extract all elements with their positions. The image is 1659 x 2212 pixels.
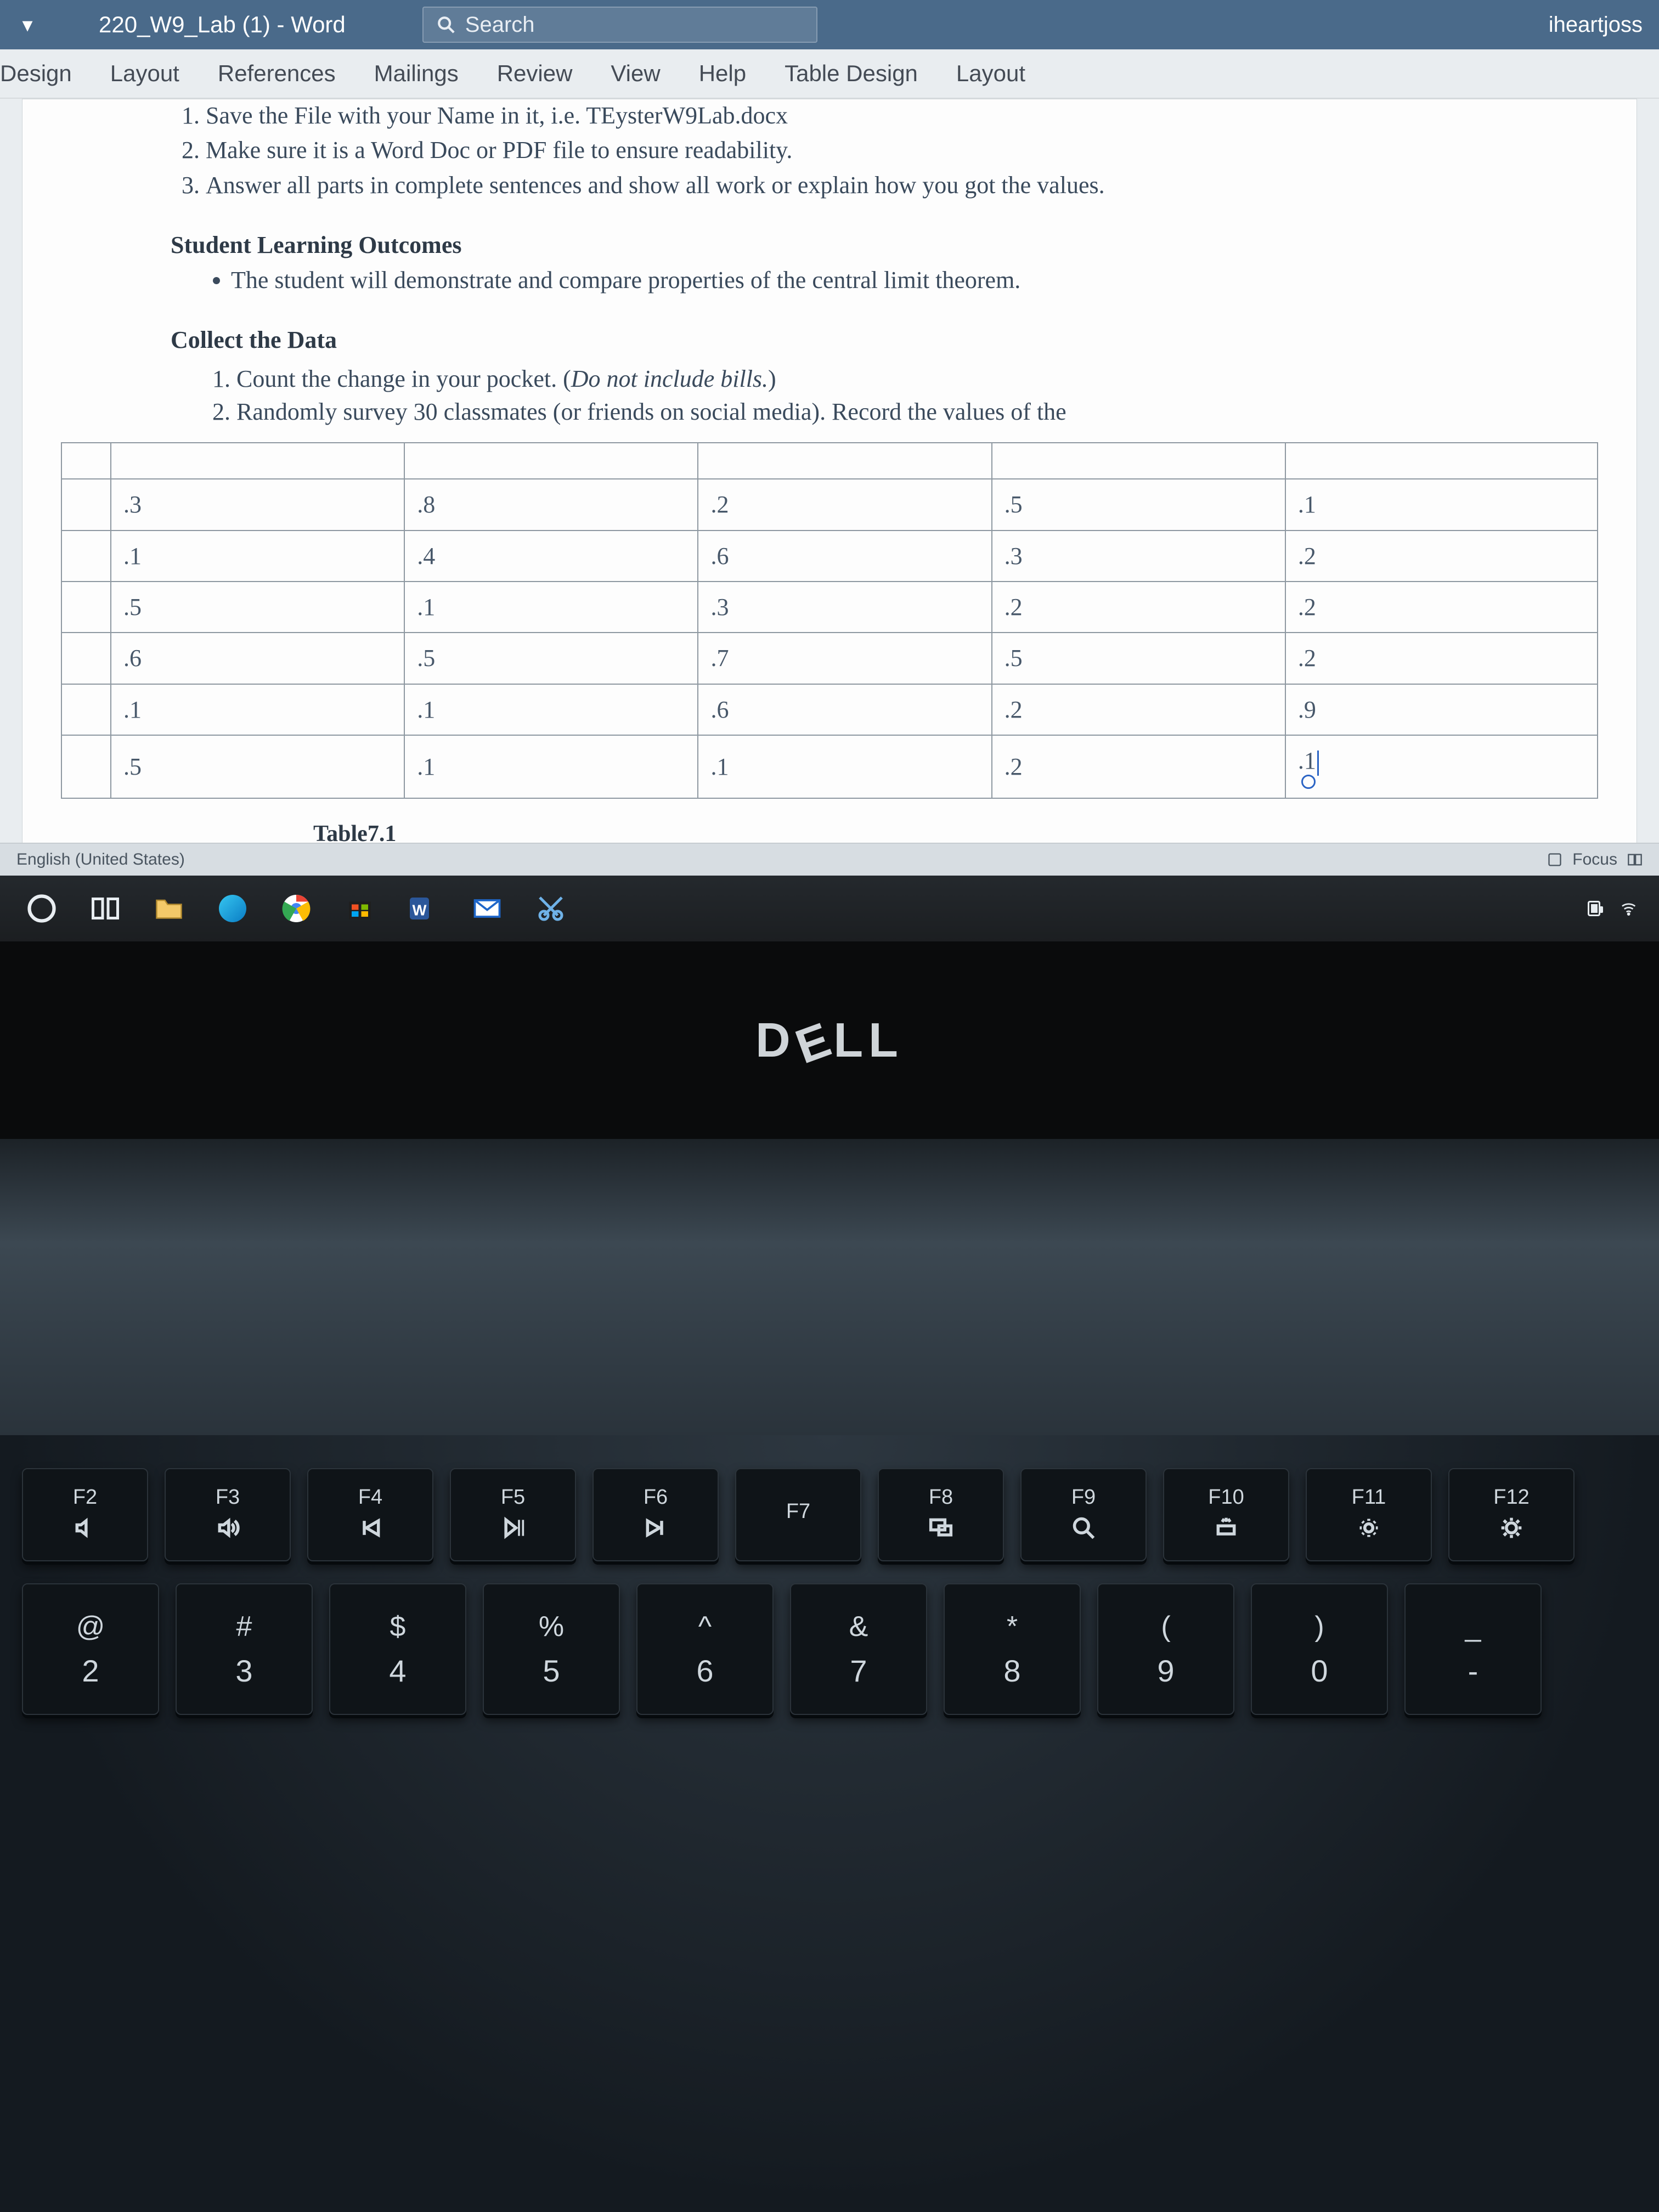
function-row: F2F3F4F5F6F7F8F9F10F11F12 (22, 1468, 1637, 1561)
cortana-icon[interactable] (22, 889, 61, 928)
document-canvas[interactable]: Save the File with your Name in it, i.e.… (0, 99, 1659, 843)
ribbon-tabs: Design Layout References Mailings Review… (0, 49, 1659, 99)
active-cell[interactable]: .1 (1285, 735, 1598, 798)
focus-label[interactable]: Focus (1572, 850, 1617, 869)
tab-design[interactable]: Design (0, 60, 72, 87)
table-row: .5 .1 .3 .2 .2 (61, 582, 1598, 633)
instruction-3: Answer all parts in complete sentences a… (206, 169, 1560, 201)
key-6: ^6 (636, 1583, 774, 1715)
key-f9: F9 (1020, 1468, 1147, 1561)
slo-heading: Student Learning Outcomes (171, 229, 1560, 261)
key-f4: F4 (307, 1468, 433, 1561)
wifi-icon (1620, 900, 1637, 917)
key-f5: F5 (450, 1468, 576, 1561)
laptop-bezel: DELL (0, 941, 1659, 1139)
search-placeholder: Search (465, 13, 535, 37)
tab-layout-2[interactable]: Layout (956, 60, 1025, 87)
qat-dropdown-icon[interactable]: ▾ (11, 13, 44, 37)
key-8: *8 (944, 1583, 1081, 1715)
tab-references[interactable]: References (218, 60, 336, 87)
laptop-hinge (0, 1139, 1659, 1435)
tab-review[interactable]: Review (497, 60, 573, 87)
table-row: .1 .4 .6 .3 .2 (61, 531, 1598, 582)
brand-logo: DELL (755, 1012, 904, 1068)
svg-text:W: W (413, 902, 427, 919)
key-0: )0 (1251, 1583, 1388, 1715)
collect-steps: Count the change in your pocket. (Do not… (171, 363, 1560, 428)
search-box[interactable]: Search (422, 7, 817, 43)
file-explorer-icon[interactable] (149, 889, 189, 928)
data-table[interactable]: .3 .8 .2 .5 .1 .1 .4 .6 .3 .2 .5 .1 .3 (61, 442, 1598, 799)
key-f11: F11 (1306, 1468, 1432, 1561)
key-2: @2 (22, 1583, 159, 1715)
key-f3: F3 (165, 1468, 291, 1561)
table-caption: Table7.1 (313, 819, 1560, 843)
chrome-icon[interactable] (276, 889, 316, 928)
document-title: 220_W9_Lab (1) - Word (44, 12, 346, 38)
key-9: (9 (1097, 1583, 1234, 1715)
tab-layout[interactable]: Layout (110, 60, 179, 87)
snip-icon[interactable] (531, 889, 571, 928)
windows-taskbar: W (0, 876, 1659, 941)
collect-heading: Collect the Data (171, 324, 1560, 356)
mail-icon[interactable] (467, 889, 507, 928)
key-f6: F6 (592, 1468, 719, 1561)
key-f8: F8 (878, 1468, 1004, 1561)
table-row: .5 .1 .1 .2 .1 (61, 735, 1598, 798)
slo-bullets: The student will demonstrate and compare… (171, 264, 1560, 296)
slo-bullet-1: The student will demonstrate and compare… (231, 264, 1560, 296)
search-icon (437, 15, 455, 34)
touch-cursor-handle[interactable] (1301, 775, 1316, 789)
tab-help[interactable]: Help (699, 60, 746, 87)
task-view-icon[interactable] (86, 889, 125, 928)
read-mode-icon[interactable] (1627, 852, 1643, 867)
key-f12: F12 (1448, 1468, 1575, 1561)
ms-store-icon[interactable] (340, 889, 380, 928)
key-f7: F7 (735, 1468, 861, 1561)
keyboard: F2F3F4F5F6F7F8F9F10F11F12 @2#3$4%5^6&7*8… (0, 1435, 1659, 2212)
collect-step-2: Randomly survey 30 classmates (or friend… (236, 396, 1560, 428)
status-bar: English (United States) Focus (0, 843, 1659, 876)
key-4: $4 (329, 1583, 466, 1715)
key-f2: F2 (22, 1468, 148, 1561)
account-name[interactable]: iheartjoss (1549, 13, 1648, 37)
edge-icon[interactable] (213, 889, 252, 928)
instruction-2: Make sure it is a Word Doc or PDF file t… (206, 134, 1560, 166)
key-5: %5 (483, 1583, 620, 1715)
tab-table-design[interactable]: Table Design (785, 60, 918, 87)
tab-mailings[interactable]: Mailings (374, 60, 459, 87)
tab-view[interactable]: View (611, 60, 660, 87)
focus-icon (1547, 852, 1562, 867)
key-7: &7 (790, 1583, 927, 1715)
collect-step-1: Count the change in your pocket. (Do not… (236, 363, 1560, 395)
number-row: @2#3$4%5^6&7*8(9)0_- (22, 1583, 1637, 1715)
status-language[interactable]: English (United States) (16, 850, 185, 869)
instruction-1: Save the File with your Name in it, i.e.… (206, 99, 1560, 132)
word-titlebar: ▾ 220_W9_Lab (1) - Word Search iheartjos… (0, 0, 1659, 49)
key-f10: F10 (1163, 1468, 1289, 1561)
table-row: .3 .8 .2 .5 .1 (61, 479, 1598, 530)
table-row: .6 .5 .7 .5 .2 (61, 633, 1598, 684)
page[interactable]: Save the File with your Name in it, i.e.… (22, 99, 1637, 843)
system-tray[interactable] (1588, 900, 1637, 917)
table-row: .1 .1 .6 .2 .9 (61, 684, 1598, 735)
key--: _- (1404, 1583, 1542, 1715)
word-icon[interactable]: W (404, 889, 443, 928)
table-header-row (61, 443, 1598, 479)
instructions-list: Save the File with your Name in it, i.e.… (171, 99, 1560, 201)
key-3: #3 (176, 1583, 313, 1715)
battery-icon (1588, 901, 1600, 916)
text-cursor (1317, 751, 1319, 776)
